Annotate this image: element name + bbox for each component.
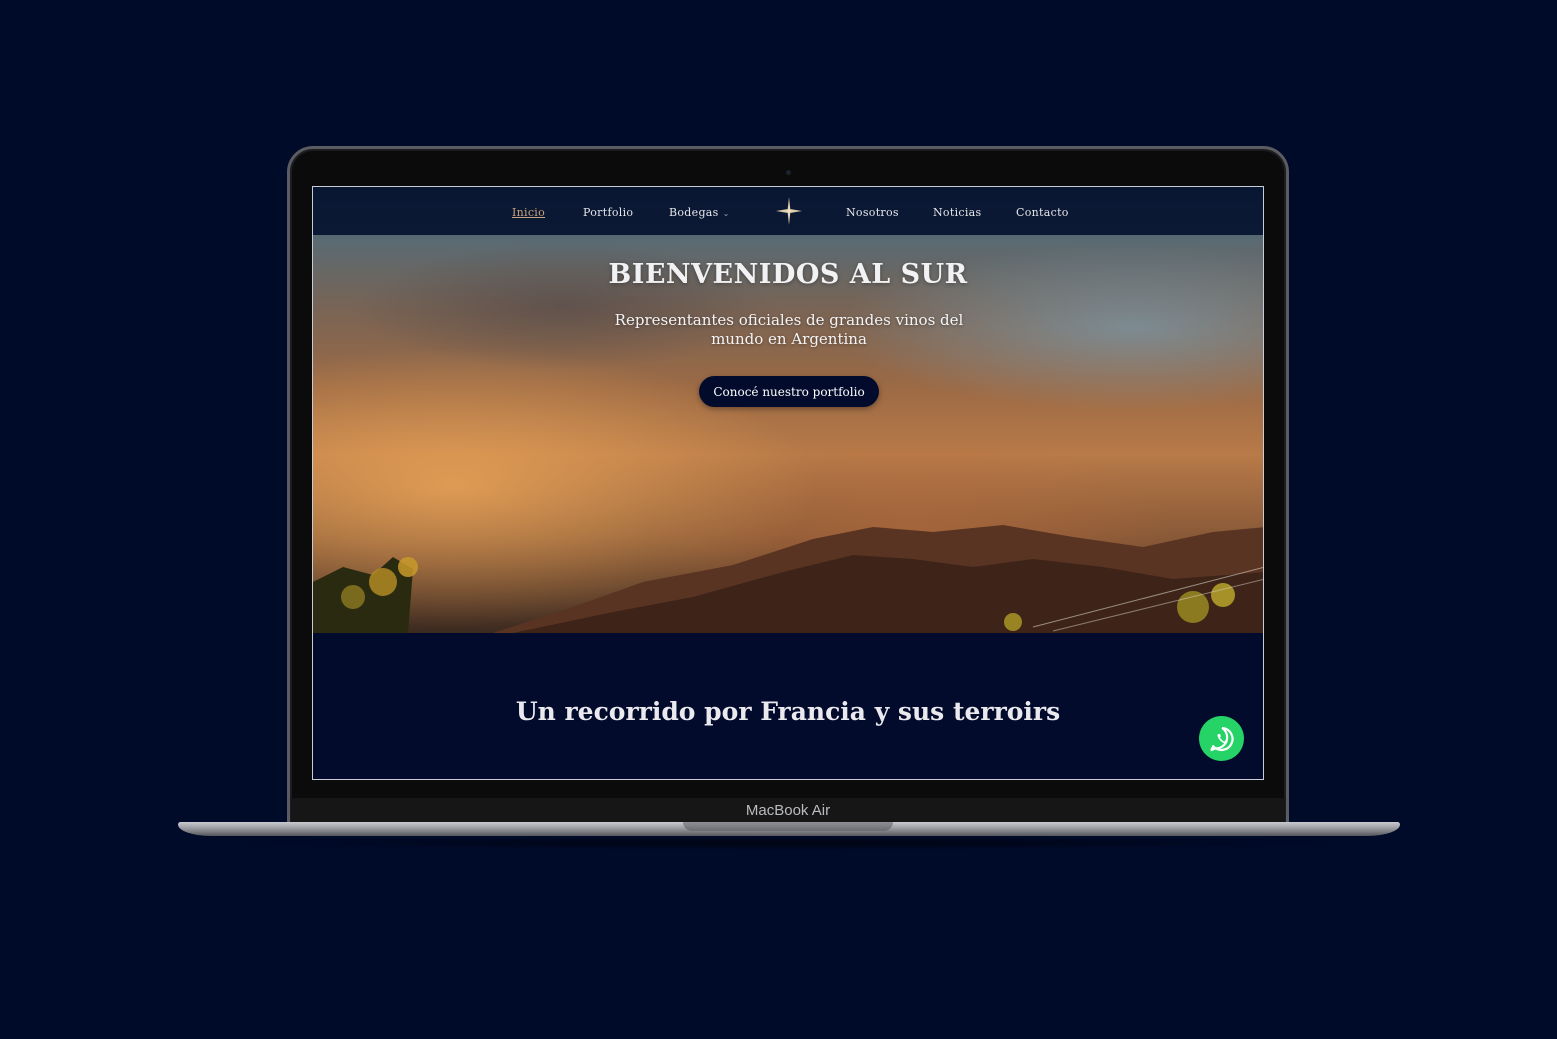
section-title: Un recorrido por Francia y sus terroirs: [515, 697, 1061, 726]
hero-banner: [313, 187, 1263, 633]
portfolio-cta-button[interactable]: Conocé nuestro portfolio: [699, 376, 879, 407]
laptop-chin: MacBook Air: [291, 798, 1285, 823]
hero-landscape: [313, 525, 1263, 633]
nav-link-noticias[interactable]: Noticias: [933, 206, 981, 219]
device-label: MacBook Air: [745, 802, 831, 819]
top-navigation: Inicio Portfolio Bodegas ⌄ Nosotros Notic…: [313, 187, 1263, 235]
nav-label-bodegas: Bodegas: [669, 206, 719, 219]
mockup-stage: Inicio Portfolio Bodegas ⌄ Nosotros Notic…: [0, 0, 1557, 1039]
nav-link-contacto[interactable]: Contacto: [1016, 206, 1069, 219]
camera-icon: [786, 170, 791, 175]
whatsapp-button[interactable]: [1199, 716, 1244, 761]
whatsapp-icon: [1209, 726, 1234, 751]
nav-link-portfolio[interactable]: Portfolio: [583, 206, 633, 219]
nav-link-nosotros[interactable]: Nosotros: [846, 206, 899, 219]
hero-subtitle: Representantes oficiales de grandes vino…: [614, 311, 964, 348]
compass-star-icon[interactable]: [776, 197, 802, 225]
chevron-down-icon: ⌄: [722, 209, 730, 218]
website-screen: Inicio Portfolio Bodegas ⌄ Nosotros Notic…: [312, 186, 1264, 780]
hero-title: BIENVENIDOS AL SUR: [608, 259, 968, 290]
nav-link-bodegas[interactable]: Bodegas ⌄: [669, 206, 730, 219]
nav-link-inicio[interactable]: Inicio: [512, 206, 545, 219]
laptop-shadow: [220, 836, 1360, 850]
laptop-notch: [683, 822, 893, 831]
